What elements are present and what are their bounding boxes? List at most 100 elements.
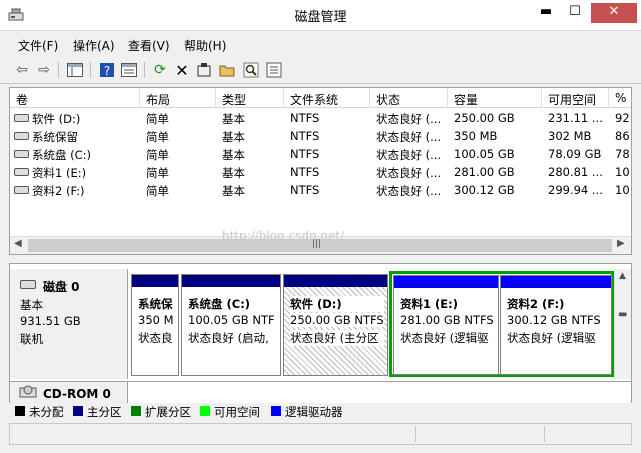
legend-primary: 主分区 [87, 405, 122, 419]
table-row[interactable]: 系统保留 简单 基本 NTFS 状态良好 (... 350 MB 302 MB … [10, 127, 631, 145]
cell-volume: 系统保留 [32, 130, 78, 144]
scroll-up-icon[interactable]: ▲ [619, 271, 626, 281]
status-bar [9, 423, 632, 445]
legend-swatch-logical [271, 406, 281, 416]
col-filesystem[interactable]: 文件系统 [290, 91, 338, 108]
partition-status: 状态良好 (主分区 [290, 330, 384, 346]
drive-icon [14, 168, 29, 176]
cell-free-space: 302 MB [548, 129, 592, 143]
scroll-right-icon[interactable]: ▶ [617, 238, 625, 249]
partition-name: 资料1 (E:) [400, 297, 458, 311]
cell-filesystem: NTFS [290, 165, 320, 179]
partition-status: 状态良好 (启动, [188, 331, 269, 345]
partition-status: 状态良 [138, 331, 173, 345]
refresh-icon[interactable]: ⟳ [150, 60, 170, 80]
partition-size: 250.00 GB NTFS [290, 313, 384, 327]
extended-partition[interactable]: 资料1 (E:) 281.00 GB NTFS 状态良好 (逻辑驱 资料2 (F… [389, 271, 614, 377]
partition-size: 100.05 GB NTF [188, 313, 275, 327]
title-bar: 磁盘管理 ▬ ☐ ✕ [0, 0, 641, 31]
minimize-button[interactable]: ▬ [533, 3, 559, 23]
cell-free-space: 231.11 ... [548, 111, 603, 125]
col-status[interactable]: 状态 [376, 91, 400, 108]
partition-d[interactable]: 软件 (D:) 250.00 GB NTFS 状态良好 (主分区 [283, 274, 388, 376]
vertical-scrollbar[interactable]: ▲ ▬ [614, 269, 631, 379]
export-icon[interactable] [264, 60, 284, 80]
cdrom-0-info[interactable]: CD-ROM 0 [10, 381, 128, 405]
cell-volume: 软件 (D:) [32, 112, 81, 126]
table-row[interactable]: 系统盘 (C:) 简单 基本 NTFS 状态良好 (... 100.05 GB … [10, 145, 631, 163]
disk-0-info[interactable]: 磁盘 0 基本 931.51 GB 联机 [10, 269, 128, 379]
drive-icon [14, 150, 29, 158]
partition-name: 软件 (D:) [290, 296, 384, 312]
cell-layout: 简单 [146, 148, 169, 162]
search-icon[interactable] [241, 60, 261, 80]
toolbar: ⇦ ⇨ ? ⟳ ✕ [0, 56, 641, 84]
scroll-left-icon[interactable]: ◀ [14, 238, 22, 249]
cell-capacity: 350 MB [454, 129, 498, 143]
help-icon[interactable]: ? [97, 60, 117, 80]
cell-free-space: 280.81 ... [548, 165, 603, 179]
maximize-button[interactable]: ☐ [562, 3, 588, 23]
volume-list-header: 卷 布局 类型 文件系统 状态 容量 可用空间 % [10, 88, 631, 108]
disk-status: 联机 [20, 332, 43, 346]
cell-percent: 10 [615, 165, 630, 179]
cell-capacity: 100.05 GB [454, 147, 515, 161]
cell-percent: 10 [615, 183, 630, 197]
legend-free: 可用空间 [214, 405, 260, 419]
menu-bar: 文件(F) 操作(A) 查看(V) 帮助(H) [0, 33, 641, 55]
scroll-thumb-grip[interactable]: ▬ [618, 310, 628, 327]
properties-list-icon[interactable] [119, 60, 139, 80]
menu-action[interactable]: 操作(A) [73, 37, 115, 54]
drive-icon [14, 186, 29, 194]
partition-e[interactable]: 资料1 (E:) 281.00 GB NTFS 状态良好 (逻辑驱 [393, 275, 499, 375]
legend-swatch-unallocated [15, 406, 25, 416]
table-row[interactable]: 资料1 (E:) 简单 基本 NTFS 状态良好 (... 281.00 GB … [10, 163, 631, 181]
cell-free-space: 78.09 GB [548, 147, 602, 161]
col-volume[interactable]: 卷 [16, 91, 28, 108]
col-capacity[interactable]: 容量 [454, 91, 478, 108]
cell-type: 基本 [222, 130, 245, 144]
forward-icon[interactable]: ⇨ [34, 60, 54, 80]
partition-size: 300.12 GB NTFS [507, 313, 601, 327]
disk-icon [20, 280, 36, 289]
cell-layout: 简单 [146, 130, 169, 144]
back-icon[interactable]: ⇦ [12, 60, 32, 80]
open-icon[interactable] [217, 60, 237, 80]
cdrom-row [128, 381, 631, 405]
cell-layout: 简单 [146, 166, 169, 180]
disk-type: 基本 [20, 298, 43, 312]
delete-icon[interactable]: ✕ [172, 60, 192, 80]
cell-capacity: 300.12 GB [454, 183, 515, 197]
cell-percent: 78 [615, 147, 630, 161]
cell-volume: 系统盘 (C:) [32, 148, 92, 162]
menu-file[interactable]: 文件(F) [18, 37, 58, 54]
cell-filesystem: NTFS [290, 111, 320, 125]
partition-size: 350 M [138, 313, 174, 327]
cell-filesystem: NTFS [290, 129, 320, 143]
partition-status: 状态良好 (逻辑驱 [400, 331, 489, 345]
console-tree-icon[interactable] [65, 60, 85, 80]
legend-swatch-extended [131, 406, 141, 416]
cdrom-name: CD-ROM 0 [43, 387, 111, 401]
partition-system-reserved[interactable]: 系统保 350 M 状态良 [131, 274, 179, 376]
col-free-space[interactable]: 可用空间 [548, 91, 596, 108]
properties-icon[interactable] [194, 60, 214, 80]
table-row[interactable]: 资料2 (F:) 简单 基本 NTFS 状态良好 (... 300.12 GB … [10, 181, 631, 199]
partition-status: 状态良好 (逻辑驱 [507, 331, 596, 345]
cell-status: 状态良好 (... [376, 148, 442, 162]
col-type[interactable]: 类型 [222, 91, 246, 108]
cell-free-space: 299.94 ... [548, 183, 603, 197]
menu-help[interactable]: 帮助(H) [184, 37, 226, 54]
partition-f[interactable]: 资料2 (F:) 300.12 GB NTFS 状态良好 (逻辑驱 [500, 275, 612, 375]
cell-status: 状态良好 (... [376, 130, 442, 144]
col-layout[interactable]: 布局 [146, 91, 170, 108]
cell-filesystem: NTFS [290, 183, 320, 197]
partition-c[interactable]: 系统盘 (C:) 100.05 GB NTF 状态良好 (启动, [181, 274, 281, 376]
svg-text:?: ? [104, 64, 110, 78]
close-button[interactable]: ✕ [591, 3, 637, 23]
table-row[interactable]: 软件 (D:) 简单 基本 NTFS 状态良好 (... 250.00 GB 2… [10, 109, 631, 127]
menu-view[interactable]: 查看(V) [128, 37, 170, 54]
legend-logical: 逻辑驱动器 [285, 405, 343, 419]
disk-name: 磁盘 0 [43, 280, 80, 294]
col-percent[interactable]: % [615, 91, 626, 105]
